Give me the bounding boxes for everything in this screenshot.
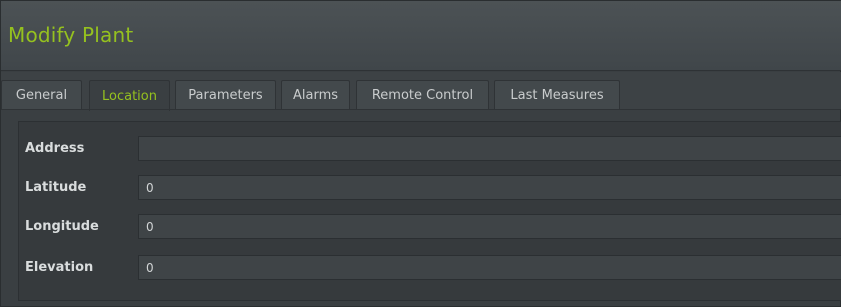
longitude-label: Longitude <box>25 219 99 234</box>
latitude-input[interactable] <box>138 175 841 200</box>
address-label: Address <box>25 141 85 156</box>
elevation-input[interactable] <box>138 255 841 280</box>
tab-parameters[interactable]: Parameters <box>175 80 276 110</box>
elevation-label: Elevation <box>25 260 94 275</box>
tab-location[interactable]: Location <box>89 80 170 111</box>
longitude-input[interactable] <box>138 214 841 239</box>
tab-alarms[interactable]: Alarms <box>281 80 350 110</box>
tab-remote-control[interactable]: Remote Control <box>356 80 489 110</box>
window-title: Modify Plant <box>8 23 134 47</box>
tab-strip: General Location Parameters Alarms Remot… <box>1 72 841 111</box>
address-input[interactable] <box>138 136 841 161</box>
tab-last-measures[interactable]: Last Measures <box>494 80 620 110</box>
latitude-label: Latitude <box>25 180 87 195</box>
modify-plant-window: Modify Plant General Location Parameters… <box>0 0 841 307</box>
title-bar: Modify Plant <box>1 1 841 71</box>
tab-general[interactable]: General <box>1 80 82 110</box>
